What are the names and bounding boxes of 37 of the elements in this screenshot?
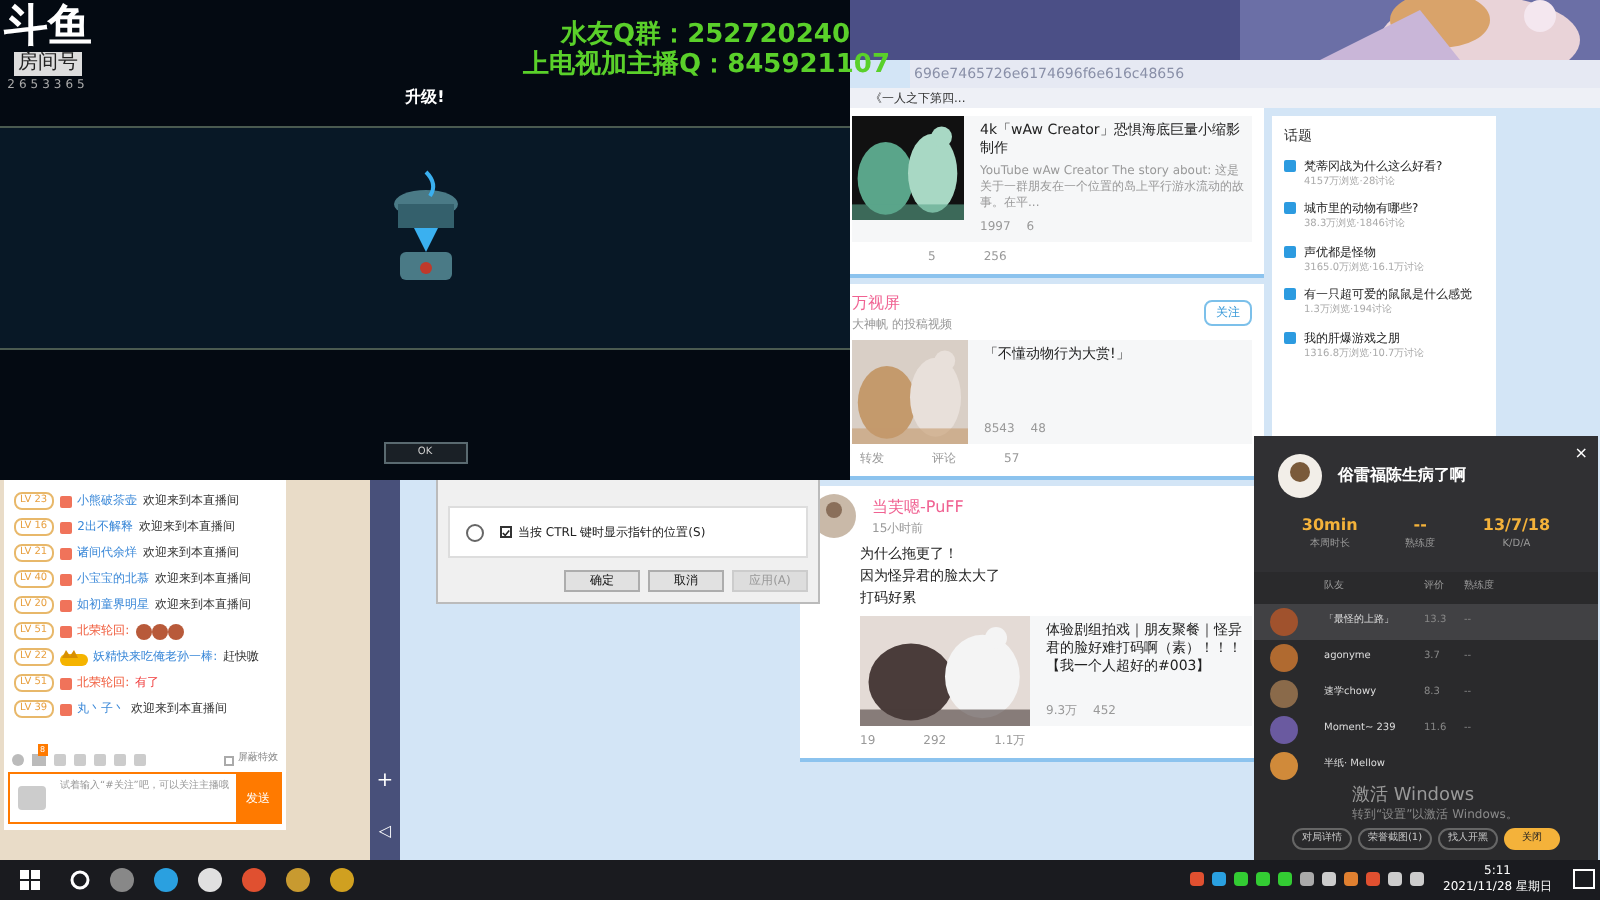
topic-icon	[1284, 245, 1296, 257]
avatar	[1270, 608, 1298, 636]
check-icon	[502, 527, 510, 537]
fan-badge-icon	[59, 521, 72, 533]
fan-badge-icon	[59, 547, 72, 559]
avatar	[1278, 454, 1322, 499]
logo-text: 斗鱼	[4, 4, 92, 52]
fan-badge-icon	[59, 573, 72, 585]
fan-badge-icon	[59, 703, 72, 715]
crown-badge-icon	[59, 649, 88, 665]
stat-value: 13/7/18	[1482, 514, 1551, 538]
avatar	[1270, 716, 1298, 744]
stat-value: --	[1413, 514, 1427, 537]
fan-badge-icon	[59, 625, 72, 637]
topic-icon	[1284, 202, 1296, 214]
pointer-icon	[466, 523, 484, 541]
avatar	[1270, 680, 1298, 708]
emoji-icon	[135, 623, 184, 639]
mail-icon	[32, 754, 46, 766]
activation-title: 激活 Windows	[1352, 786, 1477, 806]
overlay-text: 水友Q群：252720240	[561, 20, 850, 50]
stat-value: 30min	[1301, 514, 1358, 537]
avatar	[1270, 752, 1298, 780]
fan-badge-icon	[59, 495, 72, 507]
topic-icon	[1284, 288, 1296, 300]
player-name: 俗雷福陈生病了啊	[1338, 464, 1466, 489]
room-label: 房间号	[14, 52, 82, 76]
fan-badge-icon	[59, 677, 72, 689]
collapse-icon[interactable]: ◁	[378, 820, 392, 844]
gear-icon	[12, 754, 24, 766]
topic-icon	[1284, 159, 1296, 171]
topic-icon	[1284, 331, 1296, 343]
plus-icon[interactable]: +	[376, 766, 394, 796]
dialog-title: 升级!	[403, 86, 447, 110]
close-icon[interactable]: ×	[1574, 442, 1588, 466]
avatar	[1270, 644, 1298, 672]
fan-badge-icon	[59, 599, 72, 611]
